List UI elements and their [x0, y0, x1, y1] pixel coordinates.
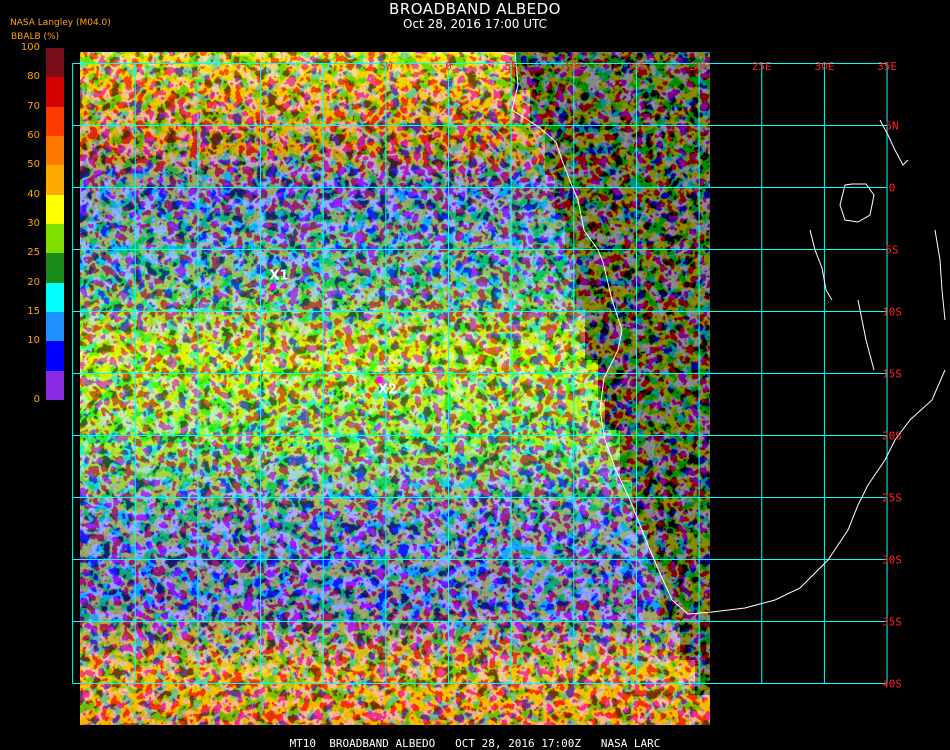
longitude-label: 35E	[877, 60, 897, 73]
site-marker	[270, 283, 277, 290]
latitude-label: 15S	[882, 368, 902, 381]
albedo-map: 5W 0 5E 10E 15E 20E 25E 30E 35E 5N 0 5S 10S 15S 20S 25S…	[72, 51, 946, 725]
longitude-label: 10E	[564, 60, 584, 73]
longitude-label: 5E	[505, 60, 518, 73]
latitude-label: 20S	[882, 430, 902, 443]
footer-caption: MT10 BROADBAND ALBEDO OCT 28, 2016 17:00…	[289, 737, 661, 750]
latitude-label: 40S	[882, 678, 902, 691]
longitude-label: 30E	[814, 60, 834, 73]
latitude-label: 0	[889, 182, 896, 195]
coastline-east-africa	[934, 229, 946, 321]
lake-tanganyika	[809, 229, 833, 301]
lake-malawi	[857, 299, 875, 371]
latitude-label: 35S	[882, 616, 902, 629]
longitude-label: 5W	[379, 60, 393, 73]
latitude-label: 5S	[885, 244, 898, 257]
longitude-label: 25E	[752, 60, 772, 73]
site-marker-label: X2	[378, 383, 397, 398]
latitude-label: 30S	[882, 554, 902, 567]
latitude-label: 25S	[882, 492, 902, 505]
latitude-label: 10S	[882, 306, 902, 319]
longitude-label: 20E	[689, 60, 709, 73]
site-marker-label: X1	[270, 269, 289, 284]
lake-victoria	[839, 183, 875, 223]
latitude-label: 5N	[885, 120, 898, 133]
longitude-label: 15E	[627, 60, 647, 73]
longitude-label: 0	[445, 60, 452, 73]
